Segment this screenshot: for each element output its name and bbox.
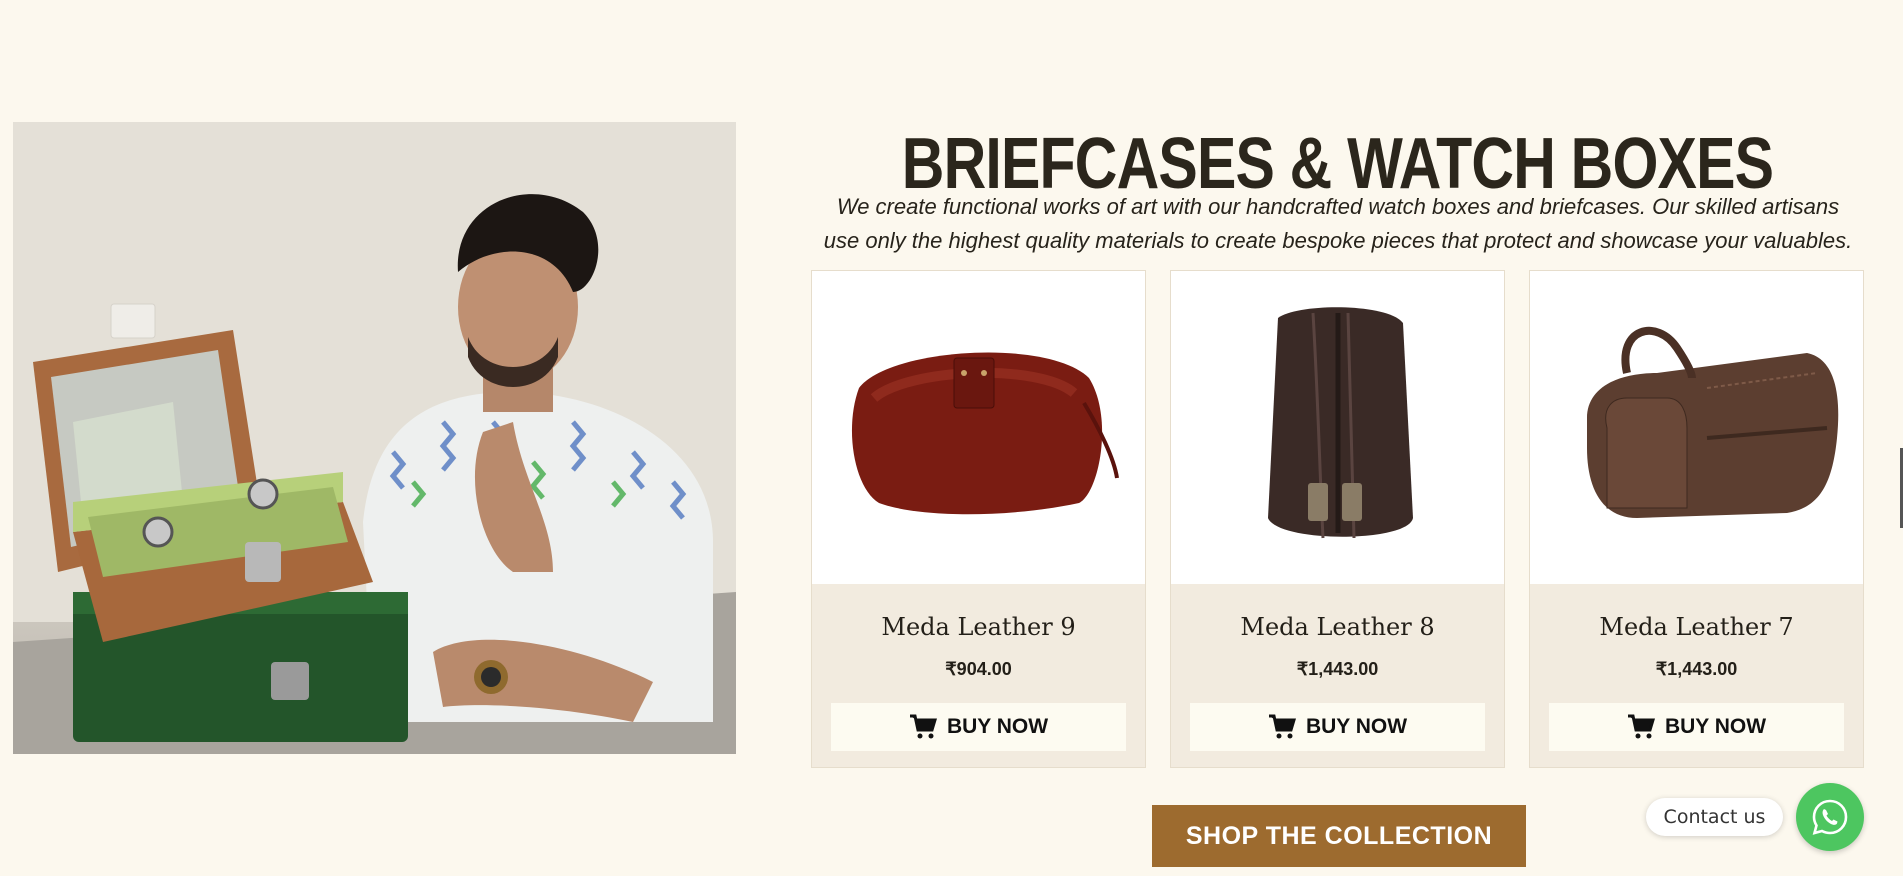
buy-now-label: BUY NOW: [1305, 715, 1408, 738]
buy-now-button[interactable]: BUY NOW: [1549, 703, 1844, 751]
product-price: ₹904.00: [945, 659, 1012, 679]
product-image[interactable]: [1530, 271, 1863, 584]
cart-icon: [1268, 714, 1296, 739]
section-description: We create functional works of art with o…: [823, 194, 1853, 253]
product-card[interactable]: Meda Leather 7 ₹1,443.00 BUY NOW: [1529, 270, 1864, 768]
product-price: ₹1,443.00: [1655, 659, 1738, 679]
product-image[interactable]: [1171, 271, 1504, 584]
buy-now-button[interactable]: BUY NOW: [831, 703, 1126, 751]
buy-now-label: BUY NOW: [946, 715, 1049, 738]
product-price: ₹1,443.00: [1296, 659, 1379, 679]
product-card[interactable]: Meda Leather 8 ₹1,443.00 BUY NOW: [1170, 270, 1505, 768]
product-image[interactable]: [812, 271, 1145, 584]
product-name[interactable]: Meda Leather 9: [812, 613, 1145, 641]
cart-icon: [909, 714, 937, 739]
hero-image: [13, 122, 736, 754]
buy-now-label: BUY NOW: [1664, 715, 1767, 738]
shop-the-collection-button[interactable]: SHOP THE COLLECTION: [1152, 805, 1526, 867]
whatsapp-icon: [1812, 799, 1848, 835]
whatsapp-button[interactable]: [1796, 783, 1864, 851]
contact-us-label[interactable]: Contact us: [1646, 798, 1783, 836]
buy-now-button[interactable]: BUY NOW: [1190, 703, 1485, 751]
product-name[interactable]: Meda Leather 8: [1171, 613, 1504, 641]
cart-icon: [1627, 714, 1655, 739]
product-card[interactable]: Meda Leather 9 ₹904.00 BUY NOW: [811, 270, 1146, 768]
product-name[interactable]: Meda Leather 7: [1530, 613, 1863, 641]
